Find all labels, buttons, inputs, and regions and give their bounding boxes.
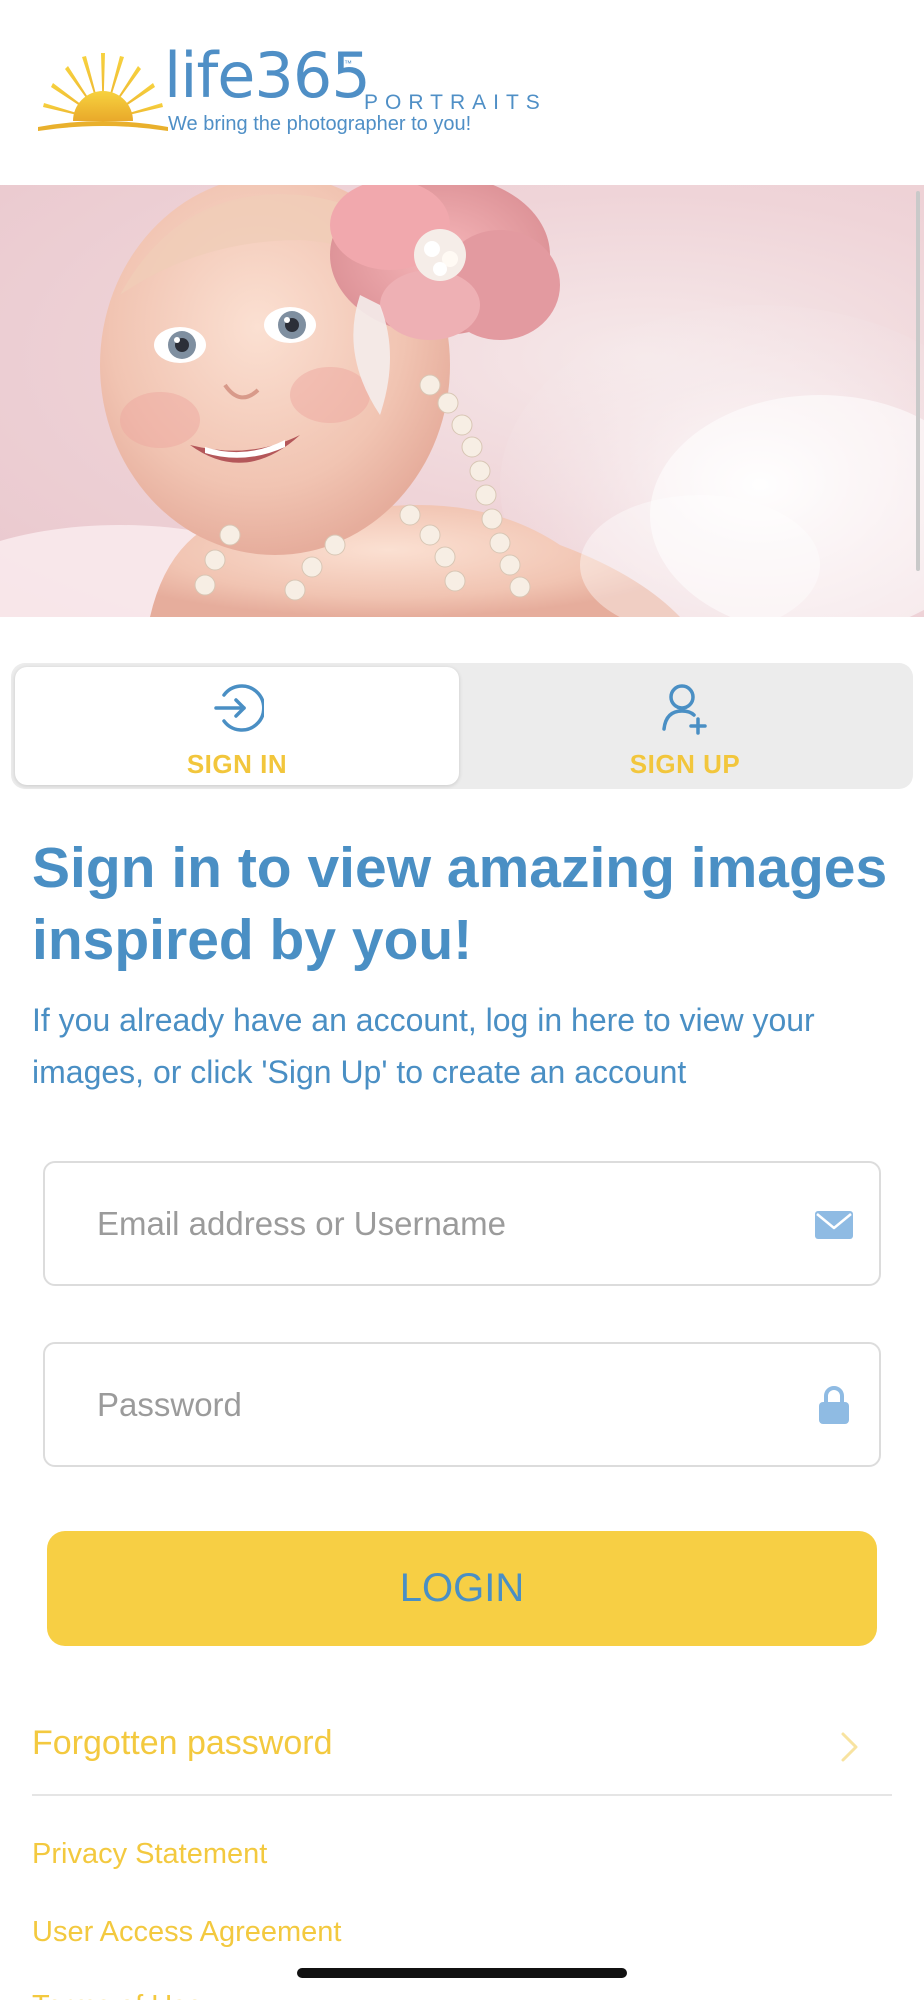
password-input[interactable] — [97, 1344, 777, 1465]
chevron-right-icon — [841, 1732, 858, 1762]
brand-tagline: We bring the photographer to you! — [168, 113, 472, 135]
tab-sign-up[interactable]: SIGN UP — [463, 667, 907, 785]
baby-portrait-photo — [0, 185, 924, 617]
tab-sign-up-label: SIGN UP — [629, 749, 741, 779]
user-access-agreement-link[interactable]: User Access Agreement — [32, 1916, 341, 1949]
tab-sign-in-label: SIGN IN — [186, 749, 288, 779]
brand-logo: life365 ™ PORTRAITS We bring the photogr… — [38, 45, 558, 145]
app-header: life365 ™ PORTRAITS We bring the photogr… — [0, 0, 924, 185]
forgot-password-label: Forgotten password — [32, 1724, 333, 1762]
login-button[interactable]: LOGIN — [47, 1531, 877, 1646]
terms-of-use-link[interactable]: Terms of Use — [32, 1990, 203, 2000]
hero-image — [0, 185, 924, 617]
sun-logo-icon — [38, 53, 168, 131]
brand-product: PORTRAITS — [364, 91, 547, 114]
forgot-password-link[interactable]: Forgotten password — [32, 1710, 892, 1796]
home-indicator — [297, 1968, 627, 1978]
password-field — [43, 1342, 881, 1467]
privacy-statement-link[interactable]: Privacy Statement — [32, 1838, 267, 1871]
tab-sign-in[interactable]: SIGN IN — [15, 667, 459, 785]
email-input[interactable] — [97, 1163, 777, 1284]
page-title: Sign in to view amazing images inspired … — [32, 836, 888, 972]
add-user-icon — [662, 684, 707, 735]
lock-icon — [819, 1386, 849, 1424]
auth-tabs: SIGN IN SIGN UP — [11, 663, 913, 789]
brand-name: life365 — [164, 39, 371, 112]
mail-icon — [815, 1211, 853, 1239]
trademark-symbol: ™ — [344, 59, 352, 68]
sign-in-icon — [214, 684, 264, 732]
email-field — [43, 1161, 881, 1286]
intro-text: If you already have an account, log in h… — [32, 1002, 815, 1090]
hero-scrollbar — [916, 191, 920, 571]
